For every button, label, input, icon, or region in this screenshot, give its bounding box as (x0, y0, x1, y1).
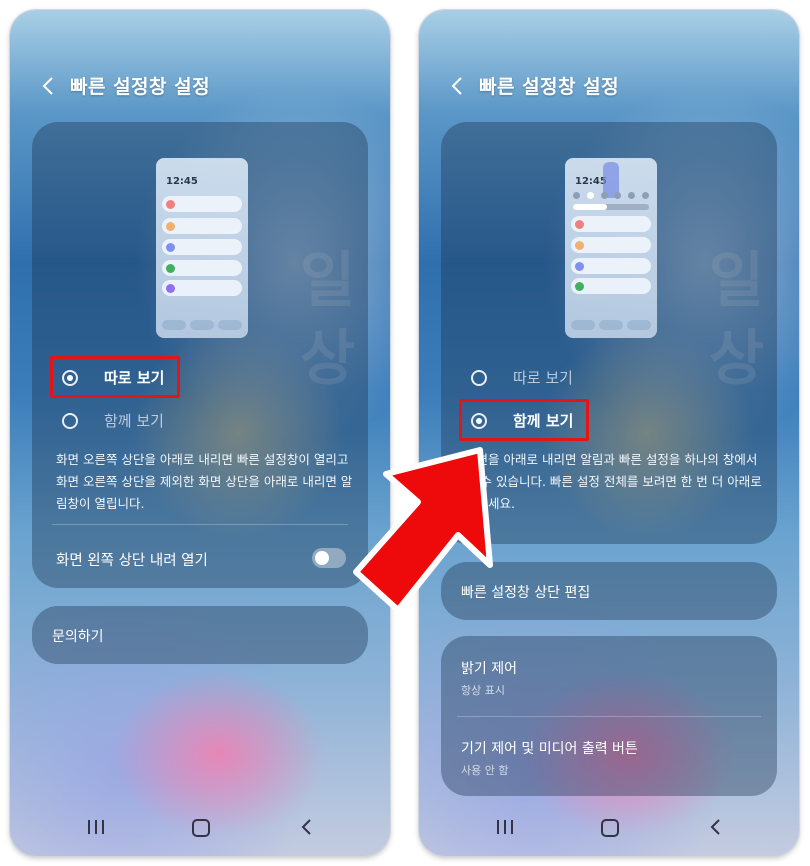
option-separate[interactable]: 따로 보기 (471, 367, 573, 388)
chevron-left-icon[interactable] (447, 75, 469, 97)
radio-unselected-icon[interactable] (62, 412, 78, 429)
preview-item (162, 218, 242, 234)
home-icon[interactable] (601, 819, 619, 837)
option-together[interactable]: 함께 보기 (62, 410, 164, 431)
description: 화면을 아래로 내리면 알림과 빠른 설정을 하나의 창에서 볼 수 있습니다.… (465, 452, 762, 511)
phone-screen-right: 일상 빠른 설정창 설정 12:45 따로 보기 함께 보기 화면을 아래로 내… (419, 10, 799, 856)
chevron-left-icon[interactable] (38, 75, 60, 97)
brightness-title[interactable]: 밝기 제어 (461, 658, 517, 678)
preview-item (571, 216, 651, 232)
divider (457, 716, 761, 717)
preview-separate: 12:45 (156, 158, 248, 338)
radio-unselected-icon[interactable] (471, 369, 487, 386)
divider (52, 524, 348, 525)
nav-bar (10, 816, 390, 840)
preview-together: 12:45 (565, 158, 657, 338)
settings-card: 밝기 제어 항상 표시 기기 제어 및 미디어 출력 버튼 사용 안 함 (441, 636, 777, 796)
brightness-sub: 항상 표시 (461, 684, 505, 697)
preview-toggles (573, 192, 649, 200)
phone-screen-left: 일상 빠른 설정창 설정 12:45 따로 보기 함께 보기 화면 오른쪽 상단… (10, 10, 390, 856)
header: 빠른 설정창 설정 (38, 72, 210, 99)
preview-item (162, 239, 242, 255)
red-arrow-icon (353, 447, 493, 613)
contact-label: 문의하기 (52, 629, 104, 645)
home-icon[interactable] (192, 819, 210, 837)
preview-slider (573, 204, 649, 210)
preview-item (162, 280, 242, 296)
preview-bottom (162, 320, 242, 330)
option-separate-label: 따로 보기 (513, 369, 573, 387)
recents-icon[interactable] (497, 820, 513, 834)
page-title: 빠른 설정창 설정 (70, 76, 211, 98)
toggle-icon[interactable] (312, 548, 346, 568)
option-together-label: 함께 보기 (104, 412, 164, 430)
preview-item (571, 258, 651, 274)
header: 빠른 설정창 설정 (447, 72, 619, 99)
nav-bar (419, 816, 799, 840)
preview-item (162, 196, 242, 212)
media-sub: 사용 안 함 (461, 764, 509, 777)
view-mode-card: 12:45 따로 보기 함께 보기 화면 오른쪽 상단을 아래로 내리면 빠른 … (32, 122, 368, 588)
media-title[interactable]: 기기 제어 및 미디어 출력 버튼 (461, 738, 638, 758)
contact-row[interactable]: 문의하기 (32, 606, 368, 664)
recents-icon[interactable] (88, 820, 104, 834)
back-icon[interactable] (300, 819, 314, 835)
preview-item (571, 278, 651, 294)
preview-item (571, 237, 651, 253)
description: 화면 오른쪽 상단을 아래로 내리면 빠른 설정창이 열리고 화면 오른쪽 상단… (56, 452, 353, 511)
highlight-box (459, 399, 589, 441)
preview-time: 12:45 (166, 176, 198, 187)
preview-item (162, 260, 242, 276)
highlight-box (50, 356, 180, 398)
preview-bottom (571, 320, 651, 330)
page-title: 빠른 설정창 설정 (479, 76, 620, 98)
toggle-label: 화면 왼쪽 상단 내려 열기 (56, 553, 208, 569)
back-icon[interactable] (709, 819, 723, 835)
